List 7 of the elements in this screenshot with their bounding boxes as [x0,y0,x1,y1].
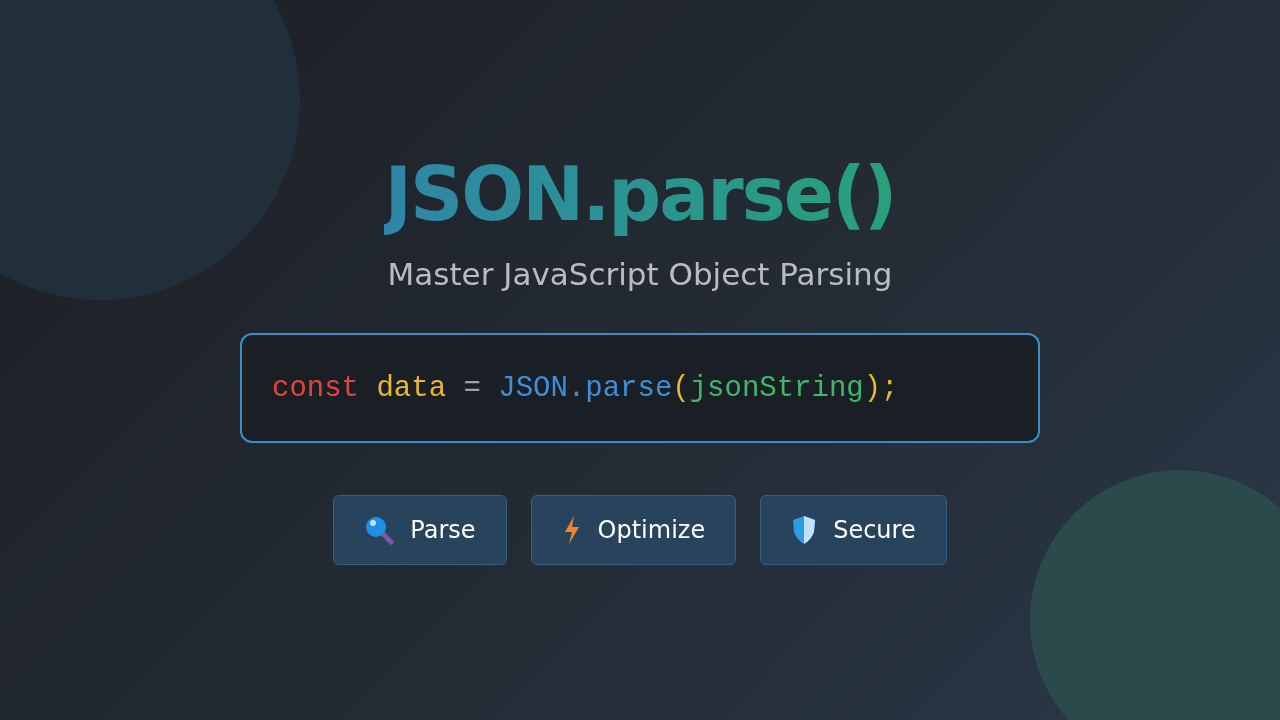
search-icon [364,515,395,546]
shield-icon [791,515,818,546]
action-button[interactable]: Optimize [530,495,737,566]
action-button[interactable]: Parse [333,495,507,566]
code-line: const data = JSON.parse(jsonString); [272,370,899,407]
subtitle: Master JavaScript Object Parsing [387,254,893,294]
action-button[interactable]: Secure [760,495,947,566]
